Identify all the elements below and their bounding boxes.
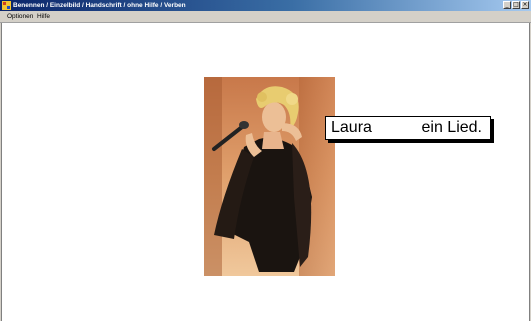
menu-bar: Optionen Hilfe (0, 11, 531, 23)
app-icon (2, 1, 11, 10)
menu-optionen[interactable]: Optionen (7, 11, 33, 22)
maximize-button[interactable]: □ (512, 1, 520, 9)
sentence-object: ein Lied. (421, 119, 483, 136)
exercise-picture (204, 77, 335, 276)
sentence-subject: Laura (331, 119, 372, 136)
window-frame-left (0, 23, 2, 321)
window-title: Benennen / Einzelbild / Handschrift / oh… (13, 2, 186, 9)
title-bar: Benennen / Einzelbild / Handschrift / oh… (0, 0, 531, 11)
minimize-button[interactable]: _ (503, 1, 511, 9)
window-controls: _ □ × (503, 1, 529, 9)
close-button[interactable]: × (521, 1, 529, 9)
sentence-card: Laura ein Lied. (325, 116, 491, 140)
menu-hilfe[interactable]: Hilfe (37, 11, 50, 22)
